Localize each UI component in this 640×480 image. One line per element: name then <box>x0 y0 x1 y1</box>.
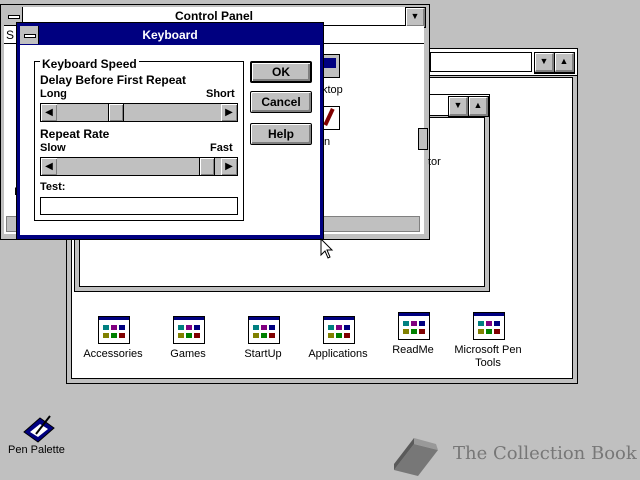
program-group-icon <box>398 312 430 340</box>
delay-slider-thumb[interactable] <box>108 104 124 121</box>
group-label: StartUp <box>244 348 282 360</box>
delay-right-arrow[interactable]: ▶ <box>221 104 237 121</box>
group-label: Microsoft Pen <box>454 344 522 356</box>
help-button[interactable]: Help <box>250 123 312 145</box>
program-group-icon <box>473 312 505 340</box>
program-group-icon <box>248 316 280 344</box>
program-group-icon <box>323 316 355 344</box>
settings-menu[interactable]: S <box>6 28 14 42</box>
delay-label: Delay Before First Repeat <box>40 73 187 87</box>
repeat-min-label: Slow <box>40 142 66 154</box>
keyboard-speed-group-title: Keyboard Speed <box>40 57 139 71</box>
test-label: Test: <box>40 181 66 193</box>
group-label: Accessories <box>83 348 143 360</box>
group-label: Applications <box>308 348 368 360</box>
repeat-slider-thumb[interactable] <box>199 158 215 175</box>
repeat-right-arrow[interactable]: ▶ <box>221 158 237 175</box>
group-label: ReadMe <box>392 344 434 356</box>
ok-button[interactable]: OK <box>250 61 312 83</box>
delay-min-label: Long <box>40 88 67 100</box>
test-input[interactable] <box>40 197 238 215</box>
repeat-left-arrow[interactable]: ◀ <box>41 158 57 175</box>
cancel-button[interactable]: Cancel <box>250 91 312 113</box>
keyboard-dialog-title: Keyboard <box>142 28 198 42</box>
delay-slider[interactable]: ◀ ▶ <box>40 103 238 122</box>
repeat-rate-label: Repeat Rate <box>40 127 110 141</box>
pen-palette-label: Pen Palette <box>8 444 65 456</box>
delay-left-arrow[interactable]: ◀ <box>41 104 57 121</box>
control-panel-minimize-button[interactable]: ▼ <box>406 8 425 27</box>
group-label-line2: Tools <box>475 357 501 369</box>
repeat-max-label: Fast <box>210 142 233 154</box>
group-minimize-button[interactable]: ▼ <box>449 97 468 116</box>
keyboard-dialog-system-menu[interactable] <box>20 26 39 44</box>
keyboard-dialog: Keyboard Keyboard Speed Delay Before Fir… <box>16 22 324 240</box>
pen-applet-label: n <box>324 136 331 148</box>
keyboard-dialog-titlebar: Keyboard <box>20 26 320 44</box>
monitor-applet-icon[interactable] <box>418 128 428 150</box>
watermark-text: The Collection Book <box>453 443 637 464</box>
keyboard-dialog-body: Keyboard Speed Delay Before First Repeat… <box>20 45 320 235</box>
monitor-applet-label: tor <box>428 156 441 168</box>
group-maximize-button[interactable]: ▲ <box>469 97 488 116</box>
mouse-pointer-icon <box>320 238 334 259</box>
pen-palette-icon <box>23 415 55 443</box>
program-group-icon <box>173 316 205 344</box>
control-panel-title: Control Panel <box>174 9 253 23</box>
delay-max-label: Short <box>206 88 235 100</box>
program-group-icon <box>98 316 130 344</box>
group-label: Games <box>170 348 206 360</box>
desktop-applet-label: ktop <box>322 84 343 96</box>
program-manager-up-button[interactable]: ▲ <box>555 53 574 72</box>
book-icon <box>394 438 438 476</box>
program-manager-title-strip <box>430 52 532 72</box>
program-manager-down-button[interactable]: ▼ <box>535 53 554 72</box>
repeat-rate-slider[interactable]: ◀ ▶ <box>40 157 238 176</box>
